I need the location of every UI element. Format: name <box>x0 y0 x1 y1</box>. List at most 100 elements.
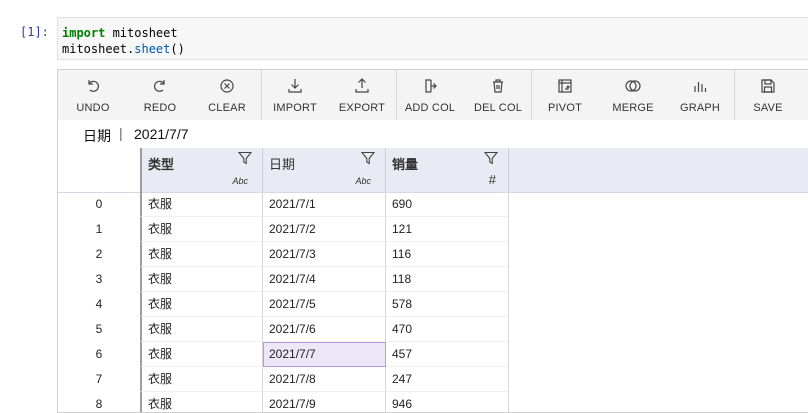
dtype-label: Abc <box>355 176 371 186</box>
column-name: 日期 <box>269 157 296 172</box>
column-name: 类型 <box>148 157 175 172</box>
merge-label: MERGE <box>612 102 654 114</box>
save-label: SAVE <box>753 102 783 114</box>
data-grid: 类型 Abc 日期 Abc 销量 # 0 衣服 2021/7/1 690 1 衣… <box>58 148 808 412</box>
code-module: mitosheet <box>105 26 178 40</box>
import-keyword: import <box>62 26 106 40</box>
table-row: 4 衣服 2021/7/5 578 <box>58 292 509 317</box>
filter-icon[interactable] <box>237 151 253 165</box>
code-cell[interactable]: import mitosheet mitosheet.sheet() <box>57 17 808 60</box>
table-cell[interactable]: 457 <box>386 342 509 367</box>
pivot-label: PIVOT <box>547 102 582 114</box>
row-index: 1 <box>95 222 103 236</box>
code-object: mitosheet. <box>62 42 135 56</box>
redo-icon <box>126 78 194 96</box>
table-cell[interactable]: 2021/7/2 <box>263 217 386 242</box>
filter-icon[interactable] <box>483 151 499 165</box>
undo-button[interactable]: UNDO <box>59 70 127 120</box>
code-parens: () <box>170 42 185 56</box>
code-line-2: mitosheet.sheet() <box>62 41 808 57</box>
formula-column-name: 日期 <box>83 128 111 144</box>
table-cell[interactable]: 衣服 <box>140 267 263 292</box>
merge-button[interactable]: MERGE <box>599 70 667 120</box>
table-cell[interactable]: 2021/7/6 <box>263 317 386 342</box>
clear-label: CLEAR <box>208 102 246 114</box>
table-cell[interactable]: 578 <box>386 292 509 317</box>
pivot-button[interactable]: PIVOT <box>531 70 599 120</box>
trash-icon <box>464 78 532 96</box>
pivot-icon <box>531 78 599 96</box>
row-index: 7 <box>95 372 103 386</box>
import-icon <box>261 78 329 96</box>
column-header-date[interactable]: 日期 Abc <box>263 148 386 192</box>
table-cell[interactable]: 2021/7/4 <box>263 267 386 292</box>
graph-button[interactable]: GRAPH <box>666 70 734 120</box>
save-icon <box>734 78 802 96</box>
row-index: 8 <box>95 397 103 411</box>
dtype-label: # <box>488 172 496 187</box>
graph-label: GRAPH <box>679 102 721 114</box>
redo-label: REDO <box>143 102 177 114</box>
table-row: 1 衣服 2021/7/2 121 <box>58 217 509 242</box>
table-cell[interactable]: 衣服 <box>140 192 263 217</box>
table-cell[interactable]: 247 <box>386 367 509 392</box>
row-index: 4 <box>95 297 103 311</box>
table-cell[interactable]: 2021/7/5 <box>263 292 386 317</box>
redo-button[interactable]: REDO <box>126 70 194 120</box>
undo-icon <box>59 78 127 96</box>
table-row: 3 衣服 2021/7/4 118 <box>58 267 509 292</box>
merge-icon <box>599 78 667 96</box>
table-cell[interactable]: 2021/7/3 <box>263 242 386 267</box>
table-cell[interactable]: 690 <box>386 192 509 217</box>
table-cell[interactable]: 118 <box>386 267 509 292</box>
table-cell[interactable]: 2021/7/8 <box>263 367 386 392</box>
export-icon <box>328 78 396 96</box>
table-cell[interactable]: 衣服 <box>140 242 263 267</box>
add-column-button[interactable]: ADD COL <box>396 70 464 120</box>
row-index: 6 <box>95 347 103 361</box>
table-row: 5 衣服 2021/7/6 470 <box>58 317 509 342</box>
delete-column-button[interactable]: DEL COL <box>464 70 532 120</box>
column-header-sales[interactable]: 销量 # <box>386 148 509 192</box>
save-button[interactable]: SAVE <box>734 70 802 120</box>
dtype-label: Abc <box>232 176 248 186</box>
delete-column-label: DEL COL <box>473 102 523 114</box>
add-column-label: ADD COL <box>404 102 456 114</box>
graph-icon <box>666 78 734 96</box>
clear-icon <box>193 78 261 96</box>
code-line-1: import mitosheet <box>62 25 808 41</box>
table-row: 7 衣服 2021/7/8 247 <box>58 367 509 392</box>
cell-prompt: [1]: <box>20 25 49 39</box>
table-cell[interactable]: 946 <box>386 392 509 412</box>
selected-cell[interactable]: 2021/7/7 <box>263 342 386 367</box>
export-label: EXPORT <box>338 102 386 114</box>
add-column-icon <box>396 78 464 96</box>
clear-button[interactable]: CLEAR <box>193 70 261 120</box>
filter-icon[interactable] <box>360 151 376 165</box>
formula-separator: | <box>119 125 123 141</box>
table-cell[interactable]: 衣服 <box>140 317 263 342</box>
table-cell[interactable]: 2021/7/1 <box>263 192 386 217</box>
row-index: 5 <box>95 322 103 336</box>
table-cell[interactable]: 116 <box>386 242 509 267</box>
table-row: 6 衣服 2021/7/7 457 <box>58 342 509 367</box>
import-button[interactable]: IMPORT <box>261 70 329 120</box>
table-cell[interactable]: 衣服 <box>140 392 263 412</box>
toolbar: UNDO REDO CLEAR IMPORT EXPORT ADD COL DE… <box>58 70 808 121</box>
column-header-type[interactable]: 类型 Abc <box>140 148 263 192</box>
table-cell[interactable]: 470 <box>386 317 509 342</box>
table-row: 8 衣服 2021/7/9 946 <box>58 392 509 412</box>
table-cell[interactable]: 衣服 <box>140 342 263 367</box>
column-name: 销量 <box>392 157 419 172</box>
formula-bar[interactable]: 日期 | 2021/7/7 <box>58 120 808 148</box>
undo-label: UNDO <box>76 102 110 114</box>
table-cell[interactable]: 121 <box>386 217 509 242</box>
row-index: 0 <box>95 197 103 211</box>
table-cell[interactable]: 衣服 <box>140 217 263 242</box>
table-cell[interactable]: 2021/7/9 <box>263 392 386 412</box>
formula-value[interactable]: 2021/7/7 <box>134 126 189 142</box>
export-button[interactable]: EXPORT <box>328 70 396 120</box>
code-call: sheet <box>134 42 171 56</box>
table-cell[interactable]: 衣服 <box>140 367 263 392</box>
table-cell[interactable]: 衣服 <box>140 292 263 317</box>
